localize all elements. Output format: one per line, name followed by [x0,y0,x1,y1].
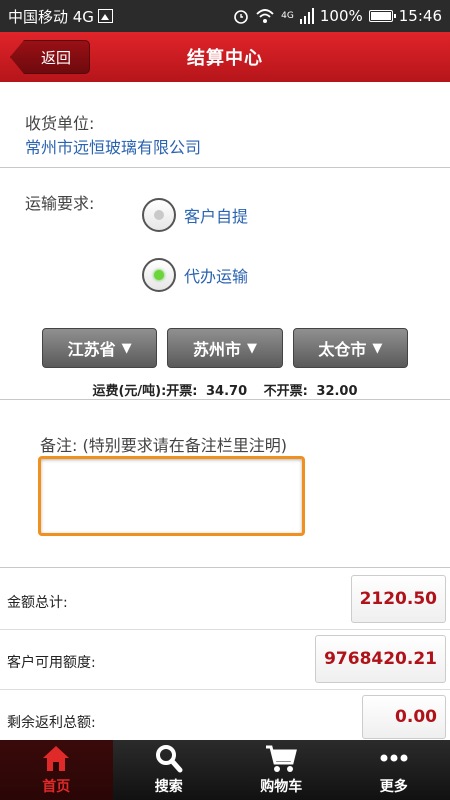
search-icon [155,745,183,773]
back-button[interactable]: 返回 [10,40,90,74]
credit-label: 客户可用额度: [7,655,96,671]
battery-percent: 100% [319,7,363,25]
amount-total-label: 金额总计: [7,595,68,611]
remarks-input[interactable] [38,456,305,536]
nav-cart-label: 购物车 [260,779,303,795]
radio-self-pickup-label: 客户自提 [184,207,249,226]
no-invoice-freight-value: 32.00 [316,384,358,399]
chevron-down-icon: ▼ [372,340,383,356]
city-dropdown[interactable]: 苏州市 ▼ [167,328,283,368]
district-dropdown[interactable]: 太仓市 ▼ [292,328,408,368]
carrier-text: 中国移动 4G [8,7,94,26]
app-header: 返回 结算中心 [0,32,450,82]
chevron-down-icon: ▼ [121,340,132,356]
radio-agent-shipping-label: 代办运输 [184,267,249,286]
nav-cart[interactable]: 购物车 [225,740,338,800]
battery-icon [368,10,396,22]
rebate-label: 剩余返利总额: [7,715,96,731]
radio-self-pickup[interactable]: 客户自提 [142,198,248,232]
page-title: 结算中心 [187,48,263,69]
credit-row: 客户可用额度: 9768420.21 [0,630,450,690]
consignee-section: 收货单位: 常州市远恒玻璃有限公司 [0,82,450,168]
wifi-icon [256,9,274,23]
radio-checked-icon[interactable] [142,258,176,292]
network-type: 4G [281,11,294,21]
province-value: 江苏省 [67,340,116,359]
province-dropdown[interactable]: 江苏省 ▼ [42,328,158,368]
clock: 15:46 [398,7,442,25]
transport-label: 运输要求: [25,194,95,213]
consignee-value: 常州市远恒玻璃有限公司 [25,138,202,157]
bottom-nav: 首页 搜索 购物车 更多 [0,740,450,800]
city-value: 苏州市 [192,340,241,359]
credit-value: 9768420.21 [315,635,446,683]
district-value: 太仓市 [318,340,367,359]
nav-home-label: 首页 [42,779,71,795]
rebate-row: 剩余返利总额: 0.00 [0,690,450,740]
no-invoice-label: 不开票: [263,384,308,399]
freight-label: 运费(元/吨):开票: [92,384,198,399]
nav-search[interactable]: 搜索 [113,740,226,800]
alarm-icon [234,10,248,24]
amount-total-row: 金额总计: 2120.50 [0,570,450,630]
home-icon [43,746,70,771]
remarks-label: 备注: (特别要求请在备注栏里注明) [40,436,287,455]
radio-agent-shipping[interactable]: 代办运输 [142,258,248,292]
image-notification-icon [97,9,113,23]
region-selectors: 江苏省 ▼ 苏州市 ▼ 太仓市 ▼ [42,328,408,368]
amount-total-value: 2120.50 [350,575,446,623]
chevron-down-icon: ▼ [247,340,257,356]
freight-info: 运费(元/吨):开票: 34.70 不开票: 32.00 [0,380,450,399]
radio-unchecked-icon[interactable] [142,198,176,232]
nav-search-label: 搜索 [154,779,183,795]
signal-icon [299,8,314,24]
invoice-freight-value: 34.70 [206,384,248,399]
transport-section: 运输要求: 客户自提 代办运输 江苏省 ▼ 苏州市 ▼ 太仓市 ▼ 运费(元/吨… [0,168,450,400]
consignee-label: 收货单位: [25,114,95,133]
rebate-value: 0.00 [362,695,446,739]
nav-more[interactable]: 更多 [338,740,450,800]
nav-more-label: 更多 [379,779,408,795]
more-icon [380,754,408,762]
status-bar: 中国移动 4G 4G 100% 15:46 [0,0,450,32]
remarks-section: 备注: (特别要求请在备注栏里注明) [0,400,450,568]
nav-home[interactable]: 首页 [0,740,113,800]
cart-icon [266,745,298,772]
